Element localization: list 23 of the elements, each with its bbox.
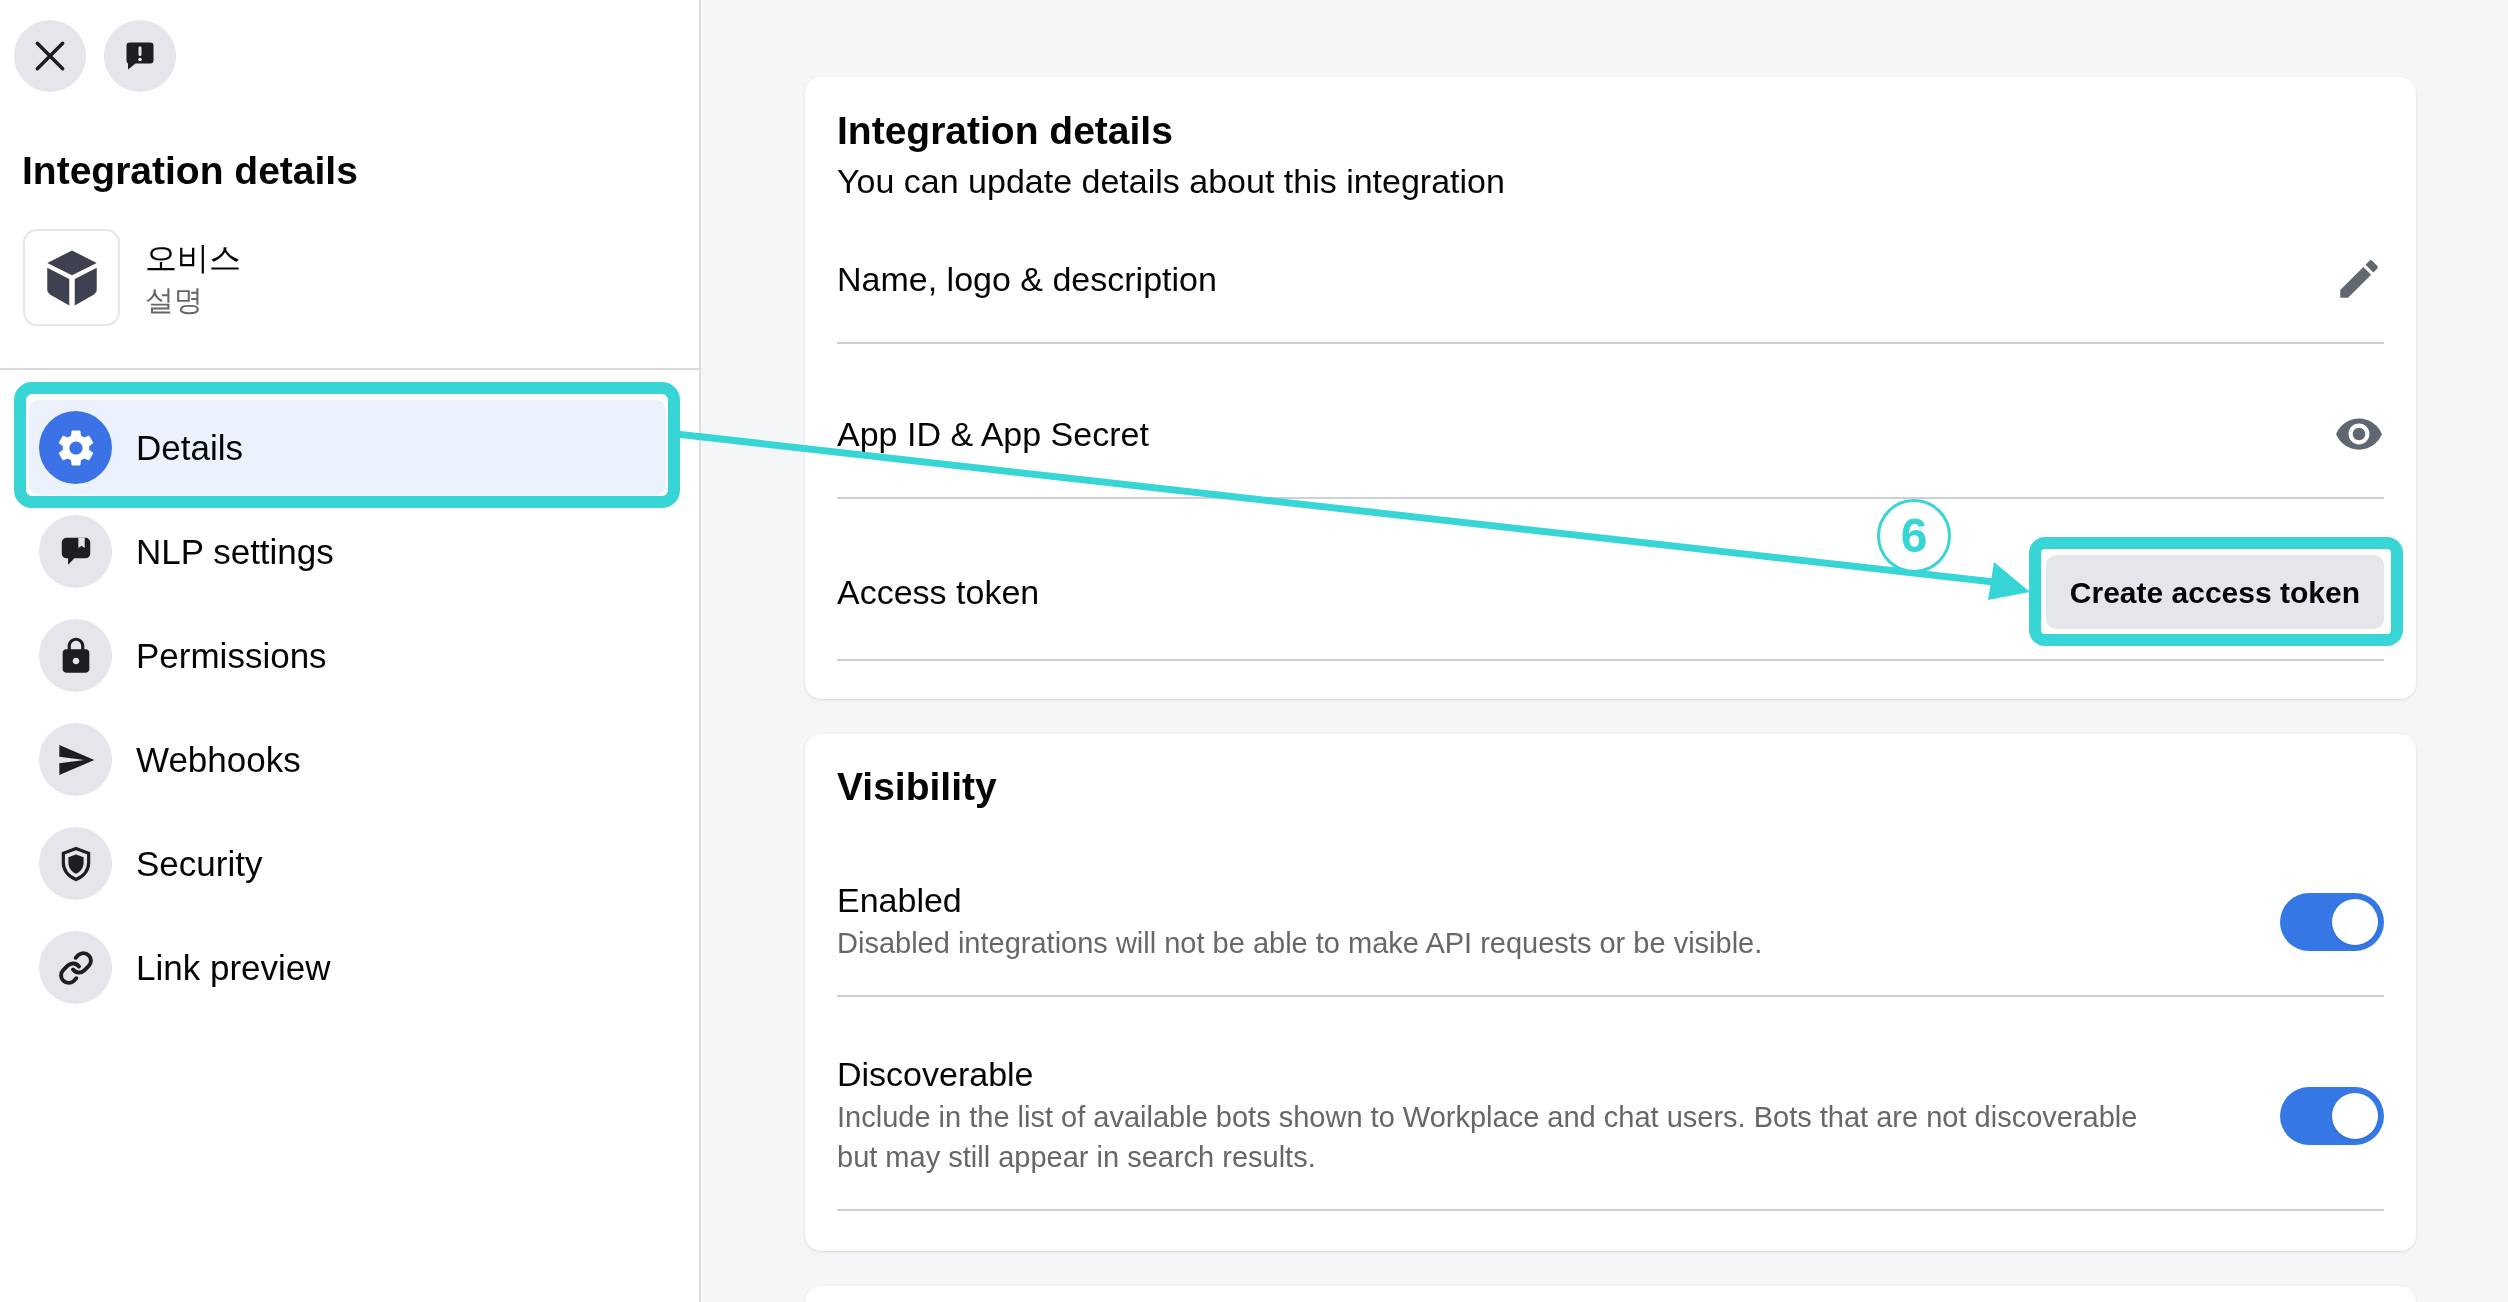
row-label: Access token: [837, 572, 1040, 613]
card-subtitle: You can update details about this integration: [837, 161, 1506, 201]
sidebar-item[interactable]: Webhooks: [29, 712, 666, 807]
sidebar-item[interactable]: Security: [29, 816, 666, 911]
sidebar-item[interactable]: NLP settings: [29, 504, 666, 599]
sidebar-item[interactable]: Details: [29, 400, 666, 495]
sidebar-item[interactable]: Permissions: [29, 608, 666, 703]
create-token-button[interactable]: Create access token: [2045, 555, 2384, 629]
toggle-switch[interactable]: [2280, 892, 2384, 951]
card-title: Visibility: [837, 764, 998, 810]
setting-label: Discoverable: [837, 1054, 1035, 1094]
card-title: Integration details: [837, 108, 1174, 154]
row-label: App ID & App Secret: [837, 413, 1149, 455]
setting-description: Include in the list of available bots shown to Workplace and chat users. Bots that are not discoverable but may still appear in search results.: [837, 1100, 2139, 1175]
app-name: 오비스: [145, 238, 241, 278]
toggle-switch[interactable]: [2280, 1086, 2384, 1145]
setting-description: Disabled integrations will not be able to make API requests or be visible.: [837, 926, 1764, 961]
row-label: Name, logo & description: [837, 258, 1217, 300]
app-description: 설명: [145, 282, 204, 318]
setting-label: Enabled: [837, 880, 963, 920]
sidebar-title: Integration details: [22, 148, 359, 194]
sidebar-item[interactable]: Link preview: [29, 920, 666, 1015]
cube-icon: [23, 229, 120, 326]
